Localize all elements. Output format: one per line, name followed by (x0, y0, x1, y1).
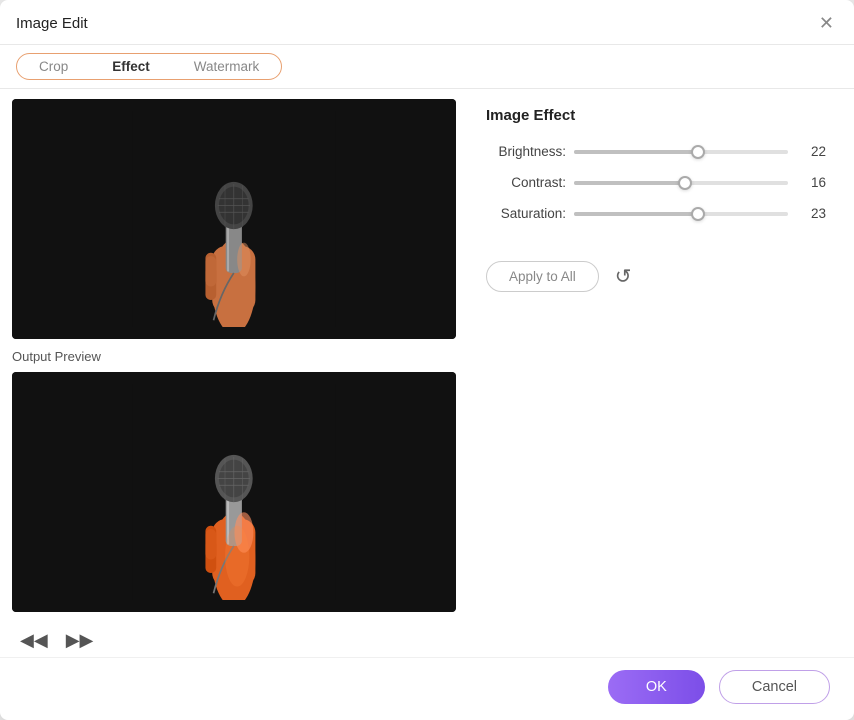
tab-watermark[interactable]: Watermark (172, 54, 282, 79)
brightness-value: 22 (796, 144, 826, 159)
saturation-row: Saturation: 23 (486, 206, 826, 221)
apply-all-button[interactable]: Apply to All (486, 261, 599, 292)
input-preview (12, 99, 456, 339)
dialog-footer: OK Cancel (0, 657, 854, 720)
brightness-label: Brightness: (486, 144, 566, 159)
saturation-label: Saturation: (486, 206, 566, 221)
saturation-slider[interactable] (574, 212, 788, 216)
main-content: Output Preview (0, 89, 854, 657)
tabs-bar: Crop Effect Watermark (0, 45, 854, 89)
reset-button[interactable]: ↺ (611, 262, 636, 291)
title-bar: Image Edit ✕ (0, 0, 854, 45)
close-button[interactable]: ✕ (815, 12, 838, 34)
right-panel: Image Effect Brightness: 22 Contrast: 16 (468, 89, 854, 657)
contrast-slider[interactable] (574, 181, 788, 185)
effect-title: Image Effect (486, 107, 826, 124)
contrast-label: Contrast: (486, 175, 566, 190)
playback-bar: ◀◀ ▶▶ (12, 620, 456, 657)
dialog-title: Image Edit (16, 15, 88, 32)
tab-effect[interactable]: Effect (90, 54, 172, 79)
tab-group: Crop Effect Watermark (16, 53, 282, 80)
cancel-button[interactable]: Cancel (719, 670, 830, 704)
next-frame-button[interactable]: ▶▶ (62, 628, 98, 653)
actions-row: Apply to All ↺ (486, 261, 826, 292)
left-panel: Output Preview (0, 89, 468, 657)
prev-frame-button[interactable]: ◀◀ (16, 628, 52, 653)
contrast-row: Contrast: 16 (486, 175, 826, 190)
image-edit-dialog: Image Edit ✕ Crop Effect Watermark (0, 0, 854, 720)
output-preview-label: Output Preview (12, 349, 456, 364)
ok-button[interactable]: OK (608, 670, 705, 704)
saturation-value: 23 (796, 206, 826, 221)
output-preview (12, 372, 456, 612)
tab-crop[interactable]: Crop (17, 54, 90, 79)
brightness-row: Brightness: 22 (486, 144, 826, 159)
brightness-slider[interactable] (574, 150, 788, 154)
contrast-value: 16 (796, 175, 826, 190)
